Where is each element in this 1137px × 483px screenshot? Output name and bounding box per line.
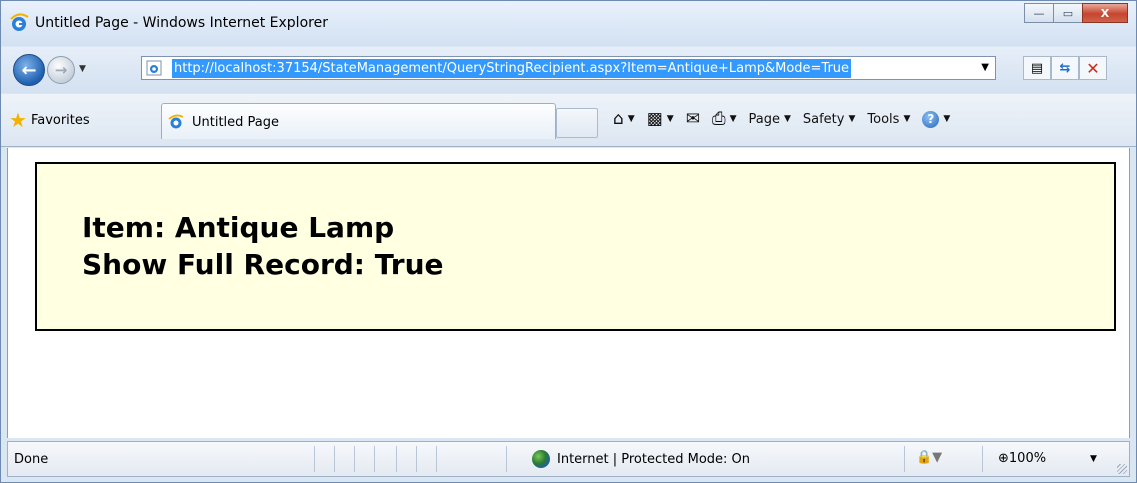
window-controls: — ▭ X xyxy=(1024,3,1128,23)
zoom-dropdown-icon[interactable]: ▼ xyxy=(1090,454,1097,464)
window-title: Untitled Page - Windows Internet Explore… xyxy=(35,15,328,31)
mail-icon: ✉ xyxy=(685,109,700,129)
page-menu-label: Page xyxy=(748,111,780,127)
safety-menu[interactable]: Safety ▼ xyxy=(803,112,856,127)
maximize-button[interactable]: ▭ xyxy=(1053,3,1083,23)
status-divider xyxy=(436,446,437,472)
zoom-icon: ⊕ xyxy=(998,451,1009,466)
chevron-down-icon: ▼ xyxy=(666,114,674,124)
url-field[interactable]: http://localhost:37154/StateManagement/Q… xyxy=(172,59,852,78)
status-divider xyxy=(396,446,397,472)
resize-grip[interactable] xyxy=(1117,464,1127,474)
compatibility-view-button[interactable]: ▤ xyxy=(1023,56,1051,80)
page-icon xyxy=(146,60,162,76)
ie-logo-icon xyxy=(168,114,184,129)
status-divider xyxy=(374,446,375,472)
chevron-down-icon: ▼ xyxy=(729,114,737,124)
info-panel: Item: Antique Lamp Show Full Record: Tru… xyxy=(35,162,1116,331)
chevron-down-icon: ▼ xyxy=(903,114,911,124)
ie-logo-icon xyxy=(10,13,29,31)
tools-menu[interactable]: Tools ▼ xyxy=(867,112,910,127)
back-arrow-icon: ← xyxy=(21,59,37,81)
zoom-value: 100% xyxy=(1008,451,1047,466)
minimize-button[interactable]: — xyxy=(1024,3,1054,23)
refresh-button[interactable]: ⇆ xyxy=(1051,56,1079,80)
page-menu[interactable]: Page ▼ xyxy=(748,112,790,127)
status-divider xyxy=(904,446,905,472)
status-divider xyxy=(506,446,507,472)
status-text: Done xyxy=(14,452,49,467)
address-bar[interactable]: http://localhost:37154/StateManagement/Q… xyxy=(141,56,996,80)
page-content: Item: Antique Lamp Show Full Record: Tru… xyxy=(7,148,1130,438)
address-dropdown-icon[interactable]: ▼ xyxy=(981,62,989,73)
refresh-icon: ⇆ xyxy=(1059,60,1071,76)
rss-feed-icon: ▩ xyxy=(646,109,663,129)
help-icon: ? xyxy=(922,110,940,128)
safety-menu-label: Safety xyxy=(802,111,845,127)
item-label: Item: Antique Lamp xyxy=(82,211,395,244)
address-buttons: ▤ ⇆ ✕ xyxy=(1023,56,1107,80)
favorites-button[interactable]: ★ Favorites xyxy=(9,107,90,133)
compatibility-icon: ▤ xyxy=(1030,60,1044,76)
print-button[interactable]: ⎙ ▼ xyxy=(712,109,737,129)
printer-icon: ⎙ xyxy=(711,109,726,129)
status-divider xyxy=(334,446,335,472)
home-button[interactable]: ⌂ ▼ xyxy=(613,109,635,129)
stop-button[interactable]: ✕ xyxy=(1079,56,1107,80)
title-bar[interactable]: Untitled Page - Windows Internet Explore… xyxy=(1,1,1136,46)
star-icon: ★ xyxy=(9,108,27,132)
read-mail-button[interactable]: ✉ xyxy=(686,109,700,129)
full-record-label: Show Full Record: True xyxy=(82,248,444,281)
back-button[interactable]: ← xyxy=(13,54,45,86)
address-row: ← → ▼ http://localhost:37154/StateManage… xyxy=(1,47,1136,93)
chevron-down-icon: ▼ xyxy=(943,114,951,124)
zoom-level[interactable]: ⊕100% xyxy=(998,451,1046,466)
status-divider xyxy=(982,446,983,472)
status-divider xyxy=(314,446,315,472)
status-divider xyxy=(354,446,355,472)
help-button[interactable]: ? ▼ xyxy=(922,110,951,128)
chevron-down-icon: ▼ xyxy=(783,114,791,124)
status-divider xyxy=(416,446,417,472)
recent-pages-dropdown[interactable]: ▼ xyxy=(79,64,86,74)
browser-window: Untitled Page - Windows Internet Explore… xyxy=(0,0,1137,483)
tab-label: Untitled Page xyxy=(192,115,280,130)
tab-untitled-page[interactable]: Untitled Page xyxy=(161,103,556,139)
home-icon: ⌂ xyxy=(613,109,624,129)
command-bar: ⌂ ▼ ▩ ▼ ✉ ⎙ ▼ Page ▼ Safety ▼ Tools ▼ ? ▼ xyxy=(613,109,962,129)
chevron-down-icon: ▼ xyxy=(627,114,635,124)
forward-button[interactable]: → xyxy=(47,56,75,84)
security-zone[interactable]: Internet | Protected Mode: On xyxy=(557,452,750,467)
tab-command-row: ★ Favorites Untitled Page ⌂ ▼ ▩ ▼ ✉ ⎙ ▼ Pag… xyxy=(1,94,1136,147)
globe-icon xyxy=(532,450,550,468)
close-button[interactable]: X xyxy=(1082,3,1128,23)
tools-menu-label: Tools xyxy=(867,111,900,127)
status-bar: Done Internet | Protected Mode: On 🔒▼ ⊕1… xyxy=(7,441,1130,477)
protected-mode-icon[interactable]: 🔒▼ xyxy=(916,450,942,465)
stop-icon: ✕ xyxy=(1086,58,1100,78)
forward-arrow-icon: → xyxy=(54,61,68,79)
new-tab-button[interactable] xyxy=(556,108,598,138)
feeds-button[interactable]: ▩ ▼ xyxy=(647,109,674,129)
favorites-label: Favorites xyxy=(30,112,90,128)
chevron-down-icon: ▼ xyxy=(848,114,856,124)
